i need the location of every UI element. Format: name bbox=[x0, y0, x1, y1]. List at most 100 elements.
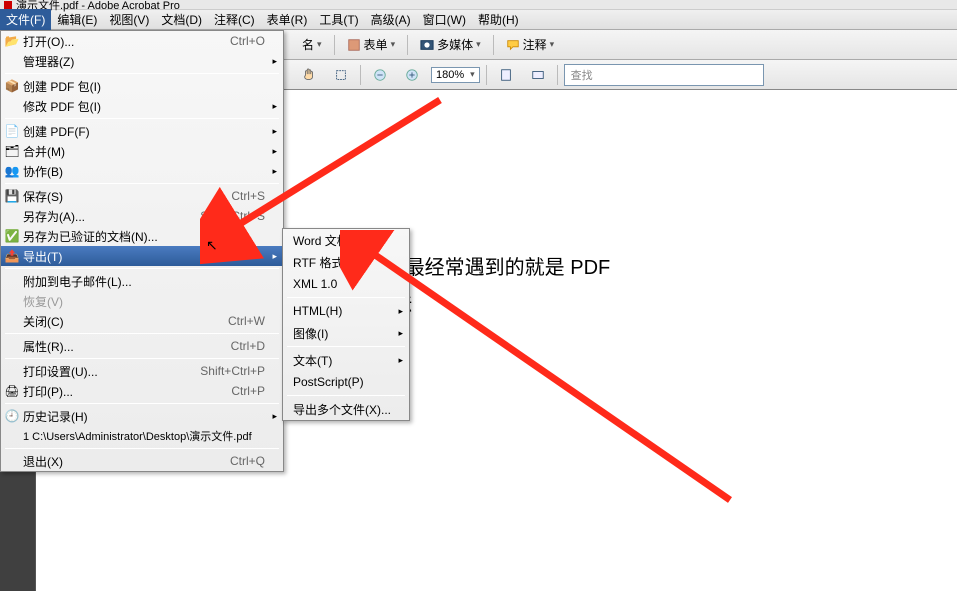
zoom-value[interactable]: 180%▾ bbox=[431, 67, 480, 83]
chevron-right-icon: ▸ bbox=[272, 101, 277, 112]
separator bbox=[334, 35, 335, 55]
menu-save-verified[interactable]: ✅ 另存为已验证的文档(N)... bbox=[1, 226, 283, 246]
toolbar-multimedia[interactable]: 多媒体▾ bbox=[414, 34, 487, 55]
menu-exit[interactable]: 退出(X)Ctrl+Q bbox=[1, 451, 283, 471]
menu-tools[interactable]: 工具(T) bbox=[313, 9, 364, 30]
zoom-out[interactable] bbox=[367, 66, 393, 84]
separator bbox=[493, 35, 494, 55]
chevron-right-icon: ▸ bbox=[272, 56, 277, 67]
separator bbox=[486, 65, 487, 85]
menu-attach-email[interactable]: 附加到电子邮件(L)... bbox=[1, 271, 283, 291]
minus-icon bbox=[373, 68, 387, 82]
form-icon bbox=[347, 38, 361, 52]
menu-close[interactable]: 关闭(C)Ctrl+W bbox=[1, 311, 283, 331]
menu-save-as[interactable]: 另存为(A)...Shift+Ctrl+S bbox=[1, 206, 283, 226]
fit-width[interactable] bbox=[525, 66, 551, 84]
chevron-right-icon: ▸ bbox=[272, 411, 277, 422]
export-word[interactable]: Word 文档 bbox=[283, 229, 409, 251]
menu-revert[interactable]: 恢复(V) bbox=[1, 291, 283, 311]
file-menu: 📂 打开(O)...Ctrl+O 管理器(Z)▸ 📦 创建 PDF 包(I) 修… bbox=[0, 30, 284, 472]
select-tool[interactable] bbox=[328, 66, 354, 84]
chevron-right-icon: ▸ bbox=[398, 355, 403, 366]
menu-forms[interactable]: 表单(R) bbox=[261, 9, 314, 30]
menu-organizer[interactable]: 管理器(Z)▸ bbox=[1, 51, 283, 71]
separator bbox=[5, 118, 279, 119]
menu-document[interactable]: 文档(D) bbox=[155, 9, 208, 30]
menu-export[interactable]: 📤 导出(T)▸ bbox=[1, 246, 283, 266]
hand-tool[interactable] bbox=[296, 66, 322, 84]
separator bbox=[5, 183, 279, 184]
menu-collaborate[interactable]: 👥 协作(B)▸ bbox=[1, 161, 283, 181]
menu-create-pdf-pkg[interactable]: 📦 创建 PDF 包(I) bbox=[1, 76, 283, 96]
export-rtf[interactable]: RTF 格式 bbox=[283, 251, 409, 273]
separator bbox=[5, 333, 279, 334]
menubar: 文件(F) 编辑(E) 视图(V) 文档(D) 注释(C) 表单(R) 工具(T… bbox=[0, 10, 957, 30]
fit-width-icon bbox=[531, 68, 545, 82]
chevron-right-icon: ▸ bbox=[272, 126, 277, 137]
open-icon: 📂 bbox=[4, 33, 20, 49]
dropdown-icon: ▾ bbox=[476, 39, 481, 50]
plus-icon bbox=[405, 68, 419, 82]
separator bbox=[287, 346, 405, 347]
fit-page[interactable] bbox=[493, 66, 519, 84]
menu-window[interactable]: 窗口(W) bbox=[417, 9, 472, 30]
menu-history[interactable]: 🕘 历史记录(H)▸ bbox=[1, 406, 283, 426]
export-postscript[interactable]: PostScript(P) bbox=[283, 371, 409, 393]
cursor-icon: ↖ bbox=[206, 237, 218, 254]
separator bbox=[360, 65, 361, 85]
history-icon: 🕘 bbox=[4, 408, 20, 424]
separator bbox=[5, 73, 279, 74]
separator bbox=[5, 268, 279, 269]
toolbar-name[interactable]: 名▾ bbox=[296, 34, 328, 55]
menu-advanced[interactable]: 高级(A) bbox=[365, 9, 417, 30]
separator bbox=[407, 35, 408, 55]
save-icon: 💾 bbox=[4, 188, 20, 204]
combine-icon: 🗂 bbox=[4, 143, 20, 159]
dropdown-icon: ▾ bbox=[470, 69, 475, 80]
print-icon: 🖨 bbox=[4, 383, 20, 399]
separator bbox=[5, 448, 279, 449]
dropdown-icon: ▾ bbox=[317, 39, 322, 50]
export-submenu: Word 文档 RTF 格式 XML 1.0 HTML(H)▸ 图像(I)▸ 文… bbox=[282, 228, 410, 421]
export-text[interactable]: 文本(T)▸ bbox=[283, 349, 409, 371]
separator bbox=[287, 395, 405, 396]
separator bbox=[5, 358, 279, 359]
menu-open[interactable]: 📂 打开(O)...Ctrl+O bbox=[1, 31, 283, 51]
menu-file[interactable]: 文件(F) bbox=[0, 9, 51, 30]
menu-print[interactable]: 🖨 打印(P)...Ctrl+P bbox=[1, 381, 283, 401]
menu-help[interactable]: 帮助(H) bbox=[472, 9, 525, 30]
chevron-right-icon: ▸ bbox=[398, 306, 403, 317]
menu-recent-file[interactable]: 1 C:\Users\Administrator\Desktop\演示文件.pd… bbox=[1, 426, 283, 446]
chevron-right-icon: ▸ bbox=[272, 251, 277, 262]
toolbar-comment[interactable]: 注释▾ bbox=[500, 34, 561, 55]
package-icon: 📦 bbox=[4, 78, 20, 94]
menu-modify-pdf-pkg[interactable]: 修改 PDF 包(I)▸ bbox=[1, 96, 283, 116]
menu-edit[interactable]: 编辑(E) bbox=[51, 9, 103, 30]
menu-combine[interactable]: 🗂 合并(M)▸ bbox=[1, 141, 283, 161]
zoom-in[interactable] bbox=[399, 66, 425, 84]
menu-create-pdf[interactable]: 📄 创建 PDF(F)▸ bbox=[1, 121, 283, 141]
menu-print-setup[interactable]: 打印设置(U)...Shift+Ctrl+P bbox=[1, 361, 283, 381]
separator bbox=[287, 297, 405, 298]
multimedia-icon bbox=[420, 38, 434, 52]
menu-save[interactable]: 💾 保存(S)Ctrl+S bbox=[1, 186, 283, 206]
toolbar-form[interactable]: 表单▾ bbox=[341, 34, 402, 55]
search-input[interactable]: 查找 bbox=[564, 64, 764, 86]
marquee-icon bbox=[334, 68, 348, 82]
pdf-icon: 📄 bbox=[4, 123, 20, 139]
export-html[interactable]: HTML(H)▸ bbox=[283, 300, 409, 322]
export-xml[interactable]: XML 1.0 bbox=[283, 273, 409, 295]
dropdown-icon: ▾ bbox=[550, 39, 555, 50]
export-multiple[interactable]: 导出多个文件(X)... bbox=[283, 398, 409, 420]
export-image[interactable]: 图像(I)▸ bbox=[283, 322, 409, 344]
menu-view[interactable]: 视图(V) bbox=[103, 9, 155, 30]
chevron-right-icon: ▸ bbox=[398, 328, 403, 339]
chevron-right-icon: ▸ bbox=[272, 166, 277, 177]
menu-properties[interactable]: 属性(R)...Ctrl+D bbox=[1, 336, 283, 356]
fit-page-icon bbox=[499, 68, 513, 82]
comment-icon bbox=[506, 38, 520, 52]
collaborate-icon: 👥 bbox=[4, 163, 20, 179]
menu-comments[interactable]: 注释(C) bbox=[208, 9, 261, 30]
verified-icon: ✅ bbox=[4, 228, 20, 244]
separator bbox=[557, 65, 558, 85]
